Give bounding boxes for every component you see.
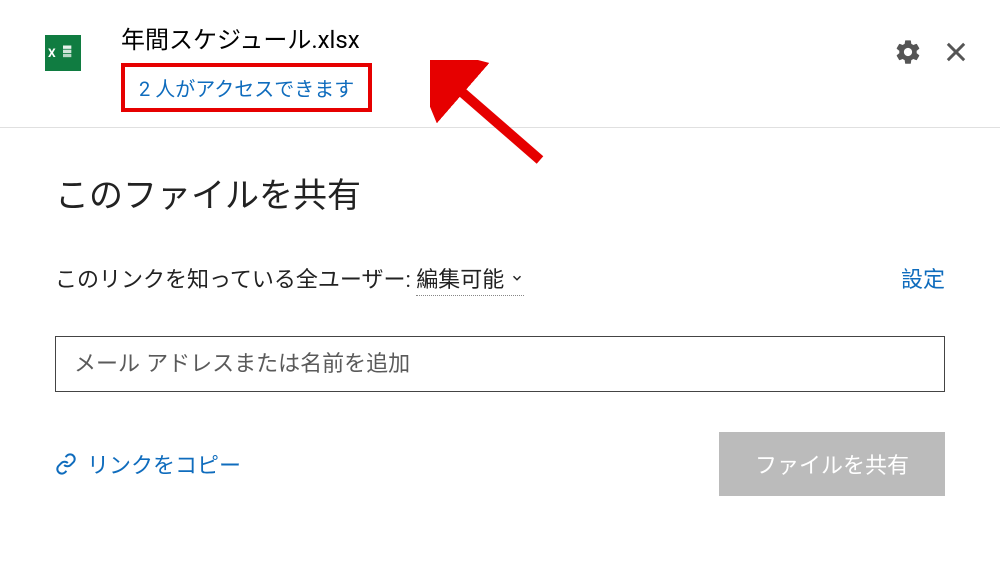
- share-title: このファイルを共有: [55, 168, 945, 217]
- permission-dropdown[interactable]: 編集可能: [416, 262, 524, 296]
- link-chain-icon: [55, 453, 77, 475]
- chevron-down-icon: [510, 271, 524, 285]
- copy-link-label: リンクをコピー: [87, 448, 241, 480]
- access-link[interactable]: 2 人がアクセスできます: [121, 63, 372, 112]
- permission-label: 編集可能: [416, 262, 504, 294]
- file-info: 年間スケジュール.xlsx 2 人がアクセスできます: [121, 20, 894, 112]
- email-input[interactable]: [55, 336, 945, 392]
- file-name: 年間スケジュール.xlsx: [121, 20, 894, 55]
- header: X 年間スケジュール.xlsx 2 人がアクセスできます: [0, 0, 1000, 128]
- link-permission-row: このリンクを知っている全ユーザー: 編集可能 設定: [55, 262, 945, 296]
- header-actions: [894, 38, 970, 70]
- gear-icon[interactable]: [894, 38, 922, 70]
- close-icon[interactable]: [942, 38, 970, 70]
- link-text-prefix: このリンクを知っている全ユーザー:: [55, 268, 416, 293]
- link-permission-text: このリンクを知っている全ユーザー: 編集可能: [55, 262, 524, 296]
- settings-link[interactable]: 設定: [901, 262, 945, 294]
- share-button[interactable]: ファイルを共有: [719, 432, 945, 496]
- excel-file-icon: X: [45, 35, 81, 71]
- excel-icon-letter: X: [48, 46, 55, 60]
- copy-link[interactable]: リンクをコピー: [55, 448, 241, 480]
- bottom-row: リンクをコピー ファイルを共有: [55, 432, 945, 496]
- content: このファイルを共有 このリンクを知っている全ユーザー: 編集可能 設定 リンクを…: [0, 128, 1000, 526]
